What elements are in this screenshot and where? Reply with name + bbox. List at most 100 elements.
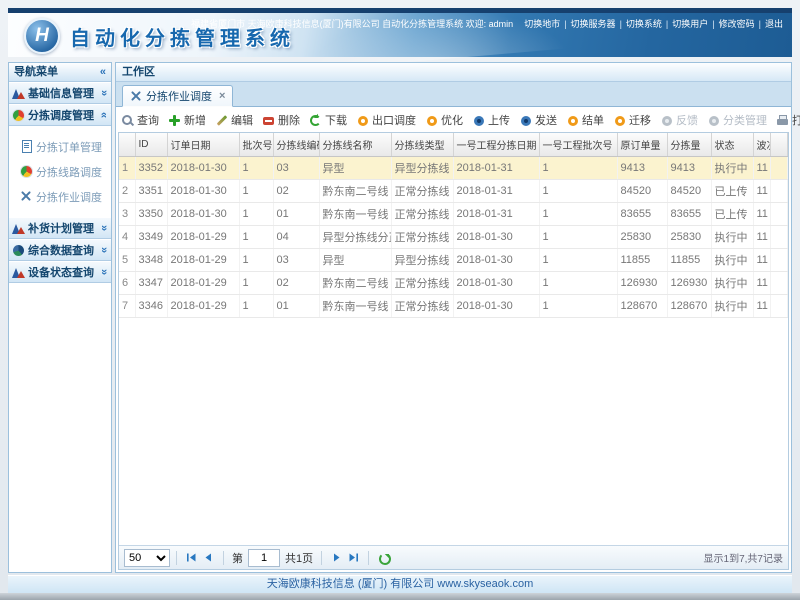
table-cell-filler bbox=[770, 226, 787, 249]
table-row[interactable]: 533482018-01-29103异型异型分拣线2018-01-3011185… bbox=[119, 249, 788, 272]
table-cell: 2018-01-31 bbox=[453, 157, 539, 180]
table-cell: 2018-01-30 bbox=[167, 180, 239, 203]
sidebar-item-sorting-job[interactable]: 分拣作业调度 bbox=[9, 184, 111, 209]
page-number-input[interactable] bbox=[248, 549, 280, 567]
table-cell: 3348 bbox=[135, 249, 167, 272]
refresh-button[interactable] bbox=[378, 551, 394, 564]
upload-button[interactable]: 上传 bbox=[472, 112, 510, 128]
send-icon bbox=[519, 114, 532, 127]
table-cell: 3347 bbox=[135, 272, 167, 295]
table-row[interactable]: 133522018-01-30103异型异型分拣线2018-01-3119413… bbox=[119, 157, 788, 180]
download-button[interactable]: 下载 bbox=[309, 112, 347, 128]
chart-icon bbox=[12, 266, 25, 279]
next-page-button[interactable] bbox=[331, 552, 342, 563]
sidebar-group-label: 综合数据查询 bbox=[28, 242, 101, 258]
table-row[interactable]: 433492018-01-29104异型分拣线分正常烟正常分拣线2018-01-… bbox=[119, 226, 788, 249]
change-password-link[interactable]: 修改密码 bbox=[719, 19, 755, 29]
table-cell: 11 bbox=[753, 157, 770, 180]
table-cell: 128670 bbox=[617, 295, 667, 318]
column-header: 一号工程批次号 bbox=[539, 133, 617, 157]
sidebar-item-sorting-order[interactable]: 分拣订单管理 bbox=[9, 134, 111, 159]
tab-close-icon[interactable]: × bbox=[219, 90, 225, 102]
table-cell: 25830 bbox=[617, 226, 667, 249]
migrate-button[interactable]: 迁移 bbox=[613, 112, 651, 128]
feedback-button: 反馈 bbox=[660, 112, 698, 128]
table-cell: 11 bbox=[753, 226, 770, 249]
row-number-cell: 7 bbox=[119, 295, 135, 318]
sidebar-collapse-button[interactable]: « bbox=[100, 63, 106, 81]
table-row[interactable]: 733462018-01-29101黔东南一号线正常分拣线2018-01-301… bbox=[119, 295, 788, 318]
record-summary: 显示1到7,共7记录 bbox=[704, 550, 783, 565]
download-icon bbox=[309, 114, 322, 127]
table-cell: 异型 bbox=[319, 249, 391, 272]
sidebar-group-label: 分拣调度管理 bbox=[28, 107, 101, 123]
link-separator: | bbox=[620, 19, 622, 29]
sidebar-group-basic-info[interactable]: 基础信息管理» bbox=[9, 82, 111, 104]
table-row[interactable]: 333502018-01-30101黔东南一号线正常分拣线2018-01-311… bbox=[119, 203, 788, 226]
sidebar-group-data-query[interactable]: 综合数据查询» bbox=[9, 239, 111, 261]
row-number-cell: 6 bbox=[119, 272, 135, 295]
search-icon bbox=[121, 114, 134, 127]
first-page-button[interactable] bbox=[186, 552, 197, 563]
chevron-down-icon: » bbox=[98, 90, 110, 96]
export-dispatch-button[interactable]: 出口调度 bbox=[356, 112, 416, 128]
table-cell: 正常分拣线 bbox=[391, 226, 453, 249]
switch-system-link[interactable]: 切换系统 bbox=[626, 19, 662, 29]
row-number-header bbox=[119, 133, 135, 157]
column-header: ID bbox=[135, 133, 167, 157]
prev-page-button[interactable] bbox=[203, 552, 214, 563]
last-page-button[interactable] bbox=[348, 552, 359, 563]
table-cell: 01 bbox=[273, 295, 319, 318]
edit-button[interactable]: 编辑 bbox=[215, 112, 253, 128]
table-row[interactable]: 633472018-01-29102黔东南二号线正常分拣线2018-01-301… bbox=[119, 272, 788, 295]
table-cell: 1 bbox=[239, 295, 273, 318]
optimize-button[interactable]: 优化 bbox=[425, 112, 463, 128]
print-button[interactable]: 打印 bbox=[776, 112, 800, 128]
table-cell: 128670 bbox=[667, 295, 711, 318]
close-order-button[interactable]: 结单 bbox=[566, 112, 604, 128]
table-cell: 黔东南一号线 bbox=[319, 295, 391, 318]
upload-icon bbox=[472, 114, 485, 127]
pagination-bar: 50 第 共1页 显示1到7,共7记录 bbox=[119, 545, 788, 569]
sidebar-group-sorting-dispatch[interactable]: 分拣调度管理» bbox=[9, 104, 111, 126]
sidebar-group-replenish-plan[interactable]: 补货计划管理» bbox=[9, 217, 111, 239]
table-cell: 2018-01-30 bbox=[453, 295, 539, 318]
tab-sorting-job[interactable]: 分拣作业调度 × bbox=[122, 85, 233, 107]
footer-bar: 天海欧康科技信息 (厦门) 有限公司 www.skyseaok.com bbox=[8, 575, 792, 593]
switch-server-link[interactable]: 切换服务器 bbox=[571, 19, 616, 29]
app-header: H 自动化分拣管理系统 福建省厦门市 天海欧康科技信息(厦门)有限公司 自动化分… bbox=[8, 8, 792, 57]
table-row[interactable]: 233512018-01-30102黔东南二号线正常分拣线2018-01-311… bbox=[119, 180, 788, 203]
delete-button[interactable]: 删除 bbox=[262, 112, 300, 128]
row-number-cell: 3 bbox=[119, 203, 135, 226]
table-cell: 已上传 bbox=[711, 180, 753, 203]
table-cell: 25830 bbox=[667, 226, 711, 249]
table-cell: 1 bbox=[539, 295, 617, 318]
logout-link[interactable]: 退出 bbox=[765, 19, 783, 29]
search-button[interactable]: 查询 bbox=[121, 112, 159, 128]
send-button[interactable]: 发送 bbox=[519, 112, 557, 128]
optimize-icon bbox=[425, 114, 438, 127]
sidebar-item-sorting-route[interactable]: 分拣线路调度 bbox=[9, 159, 111, 184]
table-cell: 03 bbox=[273, 157, 319, 180]
page-size-select[interactable]: 50 bbox=[124, 549, 170, 567]
table-cell: 1 bbox=[239, 272, 273, 295]
sidebar-submenu: 分拣订单管理分拣线路调度分拣作业调度 bbox=[9, 126, 111, 217]
sidebar-group-device-status[interactable]: 设备状态查询» bbox=[9, 261, 111, 283]
toolbar-button-label: 反馈 bbox=[676, 112, 698, 128]
category-manage-button: 分类管理 bbox=[707, 112, 767, 128]
row-number-cell: 2 bbox=[119, 180, 135, 203]
table-cell: 3350 bbox=[135, 203, 167, 226]
workspace-title-bar: 工作区 bbox=[116, 63, 791, 82]
column-header: 订单日期 bbox=[167, 133, 239, 157]
column-header: 一号工程分拣日期 bbox=[453, 133, 539, 157]
add-button[interactable]: 新增 bbox=[168, 112, 206, 128]
toolbar: 查询新增编辑删除下载出口调度优化上传发送结单迁移反馈分类管理打印帮助 bbox=[116, 107, 791, 133]
close-order-icon bbox=[566, 114, 579, 127]
switch-city-link[interactable]: 切换地市 bbox=[524, 19, 560, 29]
table-cell: 11 bbox=[753, 272, 770, 295]
table-cell: 正常分拣线 bbox=[391, 295, 453, 318]
switch-user-link[interactable]: 切换用户 bbox=[672, 19, 708, 29]
link-separator: | bbox=[712, 19, 714, 29]
link-separator: | bbox=[666, 19, 668, 29]
toolbar-button-label: 结单 bbox=[582, 112, 604, 128]
